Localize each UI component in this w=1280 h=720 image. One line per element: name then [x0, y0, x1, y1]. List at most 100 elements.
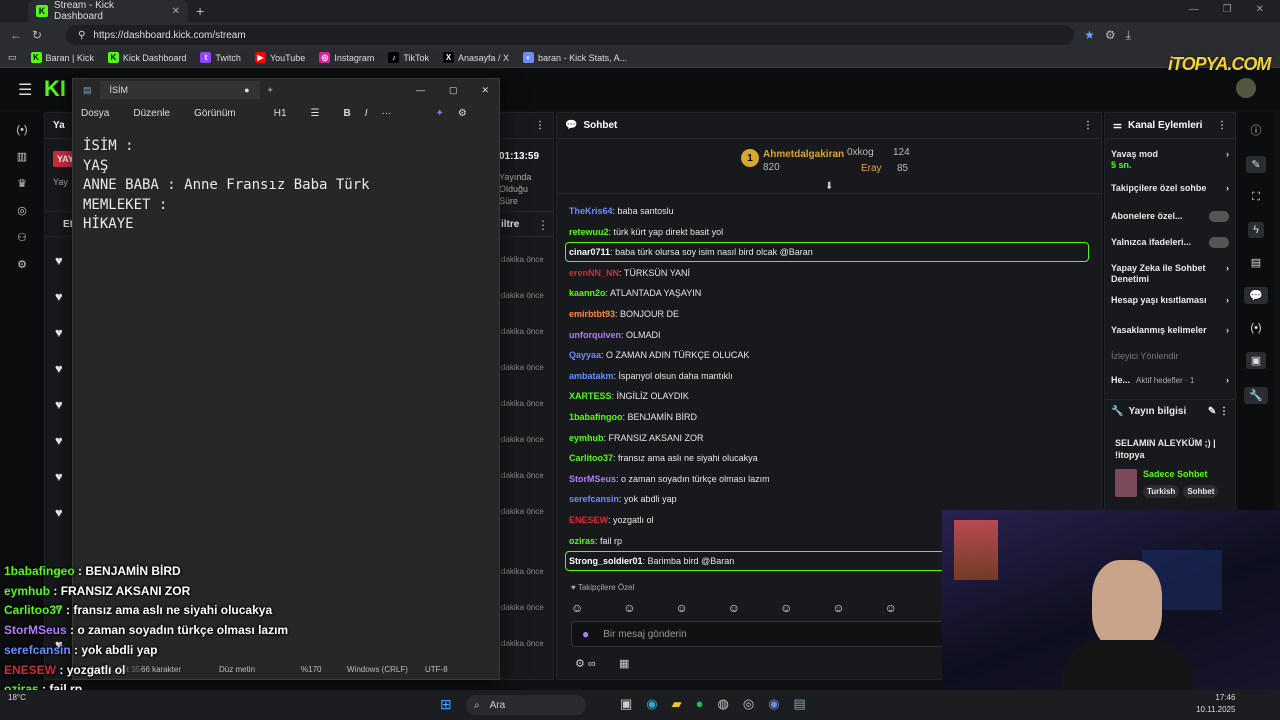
fullscreen-icon[interactable]: ⛶ — [1252, 191, 1260, 204]
toggle-switch[interactable] — [1209, 211, 1229, 222]
chat-username[interactable]: Qayyaa — [569, 350, 601, 360]
more-icon[interactable]: ⋮ — [1083, 120, 1093, 131]
chat-message[interactable]: Qayyaa: O ZAMAN ADIN TÜRKÇE OLUCAK — [569, 350, 749, 360]
chat-username[interactable]: emirbtbt93 — [569, 309, 615, 319]
new-tab-icon[interactable]: + — [268, 85, 273, 95]
chat-username[interactable]: serefcansin — [569, 494, 619, 504]
stream-icon[interactable]: (•) — [16, 124, 27, 136]
emote-icon[interactable]: ☺ — [728, 601, 740, 615]
channel-action-item[interactable]: Abonelere özel... — [1111, 211, 1229, 222]
more-icon[interactable]: ⋮ — [1217, 120, 1227, 131]
chat-username[interactable]: XARTESS — [569, 391, 612, 401]
obs-icon[interactable]: ◍ — [718, 696, 729, 712]
edge-icon[interactable]: ◉ — [646, 696, 657, 712]
menu-view[interactable]: Görünüm — [194, 108, 236, 119]
edit-icon[interactable]: ✎ — [1246, 156, 1266, 173]
chat-username[interactable]: TheKris64 — [569, 206, 613, 216]
folder-icon[interactable]: ▰ — [672, 696, 682, 712]
kick-logo[interactable]: KI — [44, 76, 66, 102]
chrome-icon[interactable]: ◎ — [743, 696, 754, 712]
settings-icon[interactable]: ⚙ — [17, 258, 27, 271]
edit-icon[interactable]: ✎ ⋮ — [1208, 406, 1229, 417]
channel-action-item[interactable]: Hesap yaşı kısıtlaması › — [1111, 295, 1229, 306]
chat-message[interactable]: serefcansin: yok abdli yap — [569, 494, 677, 504]
site-info-icon[interactable]: ⚲ — [78, 30, 85, 41]
italic-icon[interactable]: I — [365, 108, 368, 119]
chat-message[interactable]: retewuu2: türk kürt yap direkt basit yol — [569, 227, 723, 237]
chat-message[interactable]: unforquiven: OLMADI — [569, 330, 661, 340]
chat-message[interactable]: emirbtbt93: BONJOUR DE — [569, 309, 679, 319]
chat-username[interactable]: eymhub — [569, 433, 604, 443]
broadcast-icon[interactable]: (•) — [1250, 322, 1261, 334]
copilot-icon[interactable]: ✦ — [436, 108, 444, 119]
chat-username[interactable]: kaann2o — [569, 288, 606, 298]
chat-message[interactable]: Strong_soldier01: Barimba bird @Baran — [569, 556, 734, 566]
emote-icon[interactable]: ☺ — [832, 601, 844, 615]
chat-message[interactable]: kaann2o: ATLANTADA YAŞAYIN — [569, 288, 701, 298]
close-window-icon[interactable]: ✕ — [1256, 4, 1264, 15]
filter-button[interactable]: iltre — [501, 219, 519, 230]
close-icon[interactable]: ✕ — [172, 6, 180, 17]
chat-username[interactable]: Carlitoo37 — [569, 453, 613, 463]
chat-username[interactable]: unforquiven — [569, 330, 621, 340]
spotify-icon[interactable]: ● — [696, 696, 704, 712]
more-icon[interactable]: ⋮ — [535, 120, 545, 131]
chat-username[interactable]: erenNN_NN — [569, 268, 619, 278]
channel-action-item[interactable]: İzleyici Yönlendir — [1111, 351, 1229, 362]
channel-action-item[interactable]: Yasaklanmış kelimeler › — [1111, 325, 1229, 336]
chat-username[interactable]: 1babafingoo — [569, 412, 623, 422]
chat-message[interactable]: eymhub: FRANSIZ AKSANI ZOR — [569, 433, 704, 443]
menu-edit[interactable]: Düzenle — [133, 108, 170, 119]
chat-username[interactable]: retewuu2 — [569, 227, 609, 237]
menu-icon[interactable]: ☰ — [18, 80, 32, 100]
notepad-icon[interactable]: ▤ — [794, 696, 806, 712]
chat-message[interactable]: 1babafingoo: BENJAMİN BİRD — [569, 412, 697, 422]
tag[interactable]: Turkish — [1143, 485, 1180, 498]
target-icon[interactable]: ◎ — [17, 204, 27, 217]
mic-icon[interactable]: ● — [582, 627, 589, 641]
bookmark-item[interactable]: K Kick Dashboard — [107, 52, 186, 63]
close-icon[interactable]: ✕ — [481, 85, 489, 96]
channel-action-item[interactable]: Yavaş mod 5 sn. › — [1111, 149, 1229, 171]
channel-action-item[interactable]: He... Aktif hedefler · 1 › — [1111, 375, 1229, 386]
wrench-icon[interactable]: 🔧 — [1244, 387, 1268, 404]
emote-icon[interactable]: ☺ — [571, 601, 583, 615]
bookmark-item[interactable]: X Anasayfa / X — [443, 52, 509, 63]
download-icon[interactable]: ⤓ — [1126, 28, 1131, 43]
notepad-text[interactable]: İSİM : YAŞ ANNE BABA : Anne Fransız Baba… — [83, 137, 370, 235]
category-name[interactable]: Sadece Sohbet — [1143, 469, 1208, 479]
chat-message[interactable]: cinar0711: baba türk olursa soy isim nas… — [569, 247, 813, 257]
store-icon[interactable]: ▦ — [619, 657, 629, 670]
info-icon[interactable]: ⓘ — [1251, 122, 1262, 138]
bookmark-item[interactable]: ▶ YouTube — [254, 52, 305, 63]
taskbar-search[interactable]: ⌕ Ara — [466, 695, 586, 715]
emote-icon[interactable]: ☺ — [885, 601, 897, 615]
settings-icon[interactable]: ⚙ — [458, 108, 467, 119]
chat-message[interactable]: ENESEW: yozgatlı ol — [569, 515, 654, 525]
task-view-icon[interactable]: ▣ — [620, 696, 632, 712]
favorite-icon[interactable]: ★ — [1084, 28, 1095, 42]
minimize-icon[interactable]: — — [1189, 4, 1199, 15]
chat-message[interactable]: ambatakm: İspanyol olsun daha mantıklı — [569, 371, 733, 381]
trophy-icon[interactable]: ♛ — [17, 177, 27, 190]
emote-icon[interactable]: ☺ — [780, 601, 792, 615]
layout-icon[interactable]: ▣ — [1245, 352, 1267, 369]
flash-icon[interactable]: ϟ — [1248, 222, 1264, 238]
bookmark-item[interactable]: ♪ TikTok — [388, 52, 429, 63]
toggle-switch[interactable] — [1209, 237, 1229, 248]
chat-username[interactable]: ENESEW — [569, 515, 608, 525]
url-bar[interactable]: ⚲ https://dashboard.kick.com/stream — [66, 25, 1075, 45]
list-icon[interactable]: ☰ — [311, 108, 320, 119]
chat-message[interactable]: Carlitoo37: fransız ama aslı ne siyahi o… — [569, 453, 758, 463]
maximize-icon[interactable]: ▢ — [449, 85, 458, 96]
chat-message[interactable]: StorMSeus: o zaman soyadın türkçe olması… — [569, 474, 770, 484]
more-icon[interactable]: ··· — [382, 108, 392, 119]
expand-icon[interactable]: ⬇ — [825, 181, 833, 192]
chat-message[interactable]: XARTESS: İNGİLİZ OLAYDIK — [569, 391, 689, 401]
channel-action-item[interactable]: Takipçilere özel sohbe › — [1111, 183, 1229, 194]
avatar[interactable] — [1236, 78, 1256, 98]
bookmark-item[interactable]: ◎ Instagram — [319, 52, 374, 63]
bookmark-item[interactable]: t Twitch — [200, 52, 241, 63]
back-icon[interactable]: ← — [10, 28, 22, 42]
discord-icon[interactable]: ◉ — [768, 696, 779, 712]
